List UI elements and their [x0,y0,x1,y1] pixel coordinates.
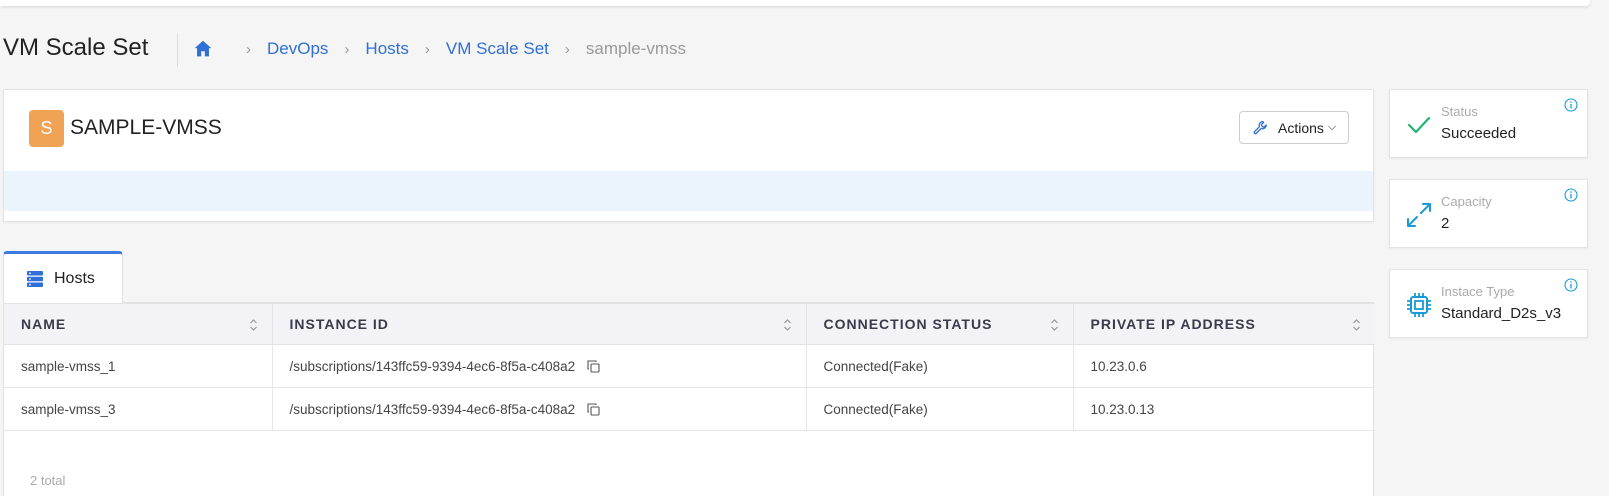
breadcrumb-hosts[interactable]: Hosts [365,39,408,59]
info-icon[interactable] [1564,278,1578,292]
table-header-row: NAME INSTANCE ID CONNECTION STATUS PRIVA… [4,303,1375,345]
cell-private-ip: 10.23.0.6 [1090,358,1147,374]
sort-icon[interactable] [249,317,258,333]
hosts-table: NAME INSTANCE ID CONNECTION STATUS PRIVA… [4,303,1375,431]
cell-name: sample-vmss_3 [4,387,273,431]
column-header-label: PRIVATE IP ADDRESS [1090,316,1256,332]
instance-id-text: /subscriptions/143ffc59-9394-4ec6-8f5a-c… [289,358,576,374]
cell-private-ip: 10.23.0.13 [1090,401,1155,417]
cpu-icon [1407,293,1431,317]
sort-icon[interactable] [1352,317,1361,333]
cell-name: sample-vmss_1 [4,344,273,388]
expand-icon [1407,203,1431,227]
status-value: Succeeded [1441,125,1517,142]
breadcrumb: › DevOps › Hosts › VM Scale Set › sample… [192,36,686,62]
breadcrumb-separator: › [564,40,570,58]
table-row[interactable]: sample-vmss_3 /subscriptions/143ffc59-93… [4,387,1375,431]
cell-instance-id: /subscriptions/143ffc59-9394-4ec6-8f5a-c… [272,344,807,388]
sort-icon[interactable] [1050,317,1059,333]
breadcrumb-separator: › [344,40,350,58]
column-header-private-ip[interactable]: PRIVATE IP ADDRESS [1073,303,1375,345]
breadcrumb-devops[interactable]: DevOps [267,39,328,59]
resource-name: SAMPLE-VMSS [70,116,222,139]
breadcrumb-separator: › [424,40,430,58]
status-label: Status [1441,104,1478,119]
total-count: 2 total [30,473,66,488]
info-icon[interactable] [1564,98,1578,112]
capacity-card: Capacity 2 [1389,179,1588,248]
copy-icon[interactable] [587,359,600,373]
column-header-label: NAME [21,316,67,332]
breadcrumb-separator: › [246,40,251,58]
chevron-down-icon: ⌵ [1327,121,1337,133]
home-icon[interactable] [192,38,214,60]
instance-id-text: /subscriptions/143ffc59-9394-4ec6-8f5a-c… [289,401,576,417]
tab-hosts[interactable]: Hosts [3,251,123,303]
sort-icon[interactable] [783,317,792,333]
cell-connection-status: Connected(Fake) [806,344,1074,388]
cell-instance-id: /subscriptions/143ffc59-9394-4ec6-8f5a-c… [272,387,807,431]
cell-connection-status: Connected(Fake) [806,387,1074,431]
resource-header-card: S SAMPLE-VMSS Actions ⌵ [3,89,1374,222]
instance-type-label: Instace Type [1441,284,1515,299]
wrench-icon [1253,120,1267,134]
capacity-value: 2 [1441,215,1450,232]
page-title: VM Scale Set [3,34,149,61]
table-row[interactable]: sample-vmss_1 /subscriptions/143ffc59-93… [4,344,1375,388]
column-header-instance-id[interactable]: INSTANCE ID [272,303,807,345]
column-header-name[interactable]: NAME [4,303,273,345]
top-bar [0,0,1590,6]
actions-label: Actions [1278,119,1324,136]
hosts-table-panel: NAME INSTANCE ID CONNECTION STATUS PRIVA… [3,302,1375,496]
check-icon [1407,116,1431,134]
instance-type-card: Instace Type Standard_D2s_v3 [1389,269,1588,338]
column-header-label: INSTANCE ID [289,316,389,332]
column-header-connection-status[interactable]: CONNECTION STATUS [806,303,1074,345]
resource-avatar: S [29,110,64,147]
capacity-label: Capacity [1441,194,1492,209]
server-icon [27,270,43,287]
breadcrumb-vm-scale-set[interactable]: VM Scale Set [446,39,549,59]
info-band [4,171,1373,211]
breadcrumb-current: sample-vmss [585,39,687,58]
instance-type-value: Standard_D2s_v3 [1441,305,1562,322]
column-header-label: CONNECTION STATUS [823,316,993,332]
title-divider [177,33,178,67]
status-card: Status Succeeded [1389,89,1588,158]
tab-hosts-label: Hosts [54,269,95,287]
copy-icon[interactable] [587,402,600,416]
actions-button[interactable]: Actions ⌵ [1239,111,1349,144]
info-icon[interactable] [1564,188,1578,202]
